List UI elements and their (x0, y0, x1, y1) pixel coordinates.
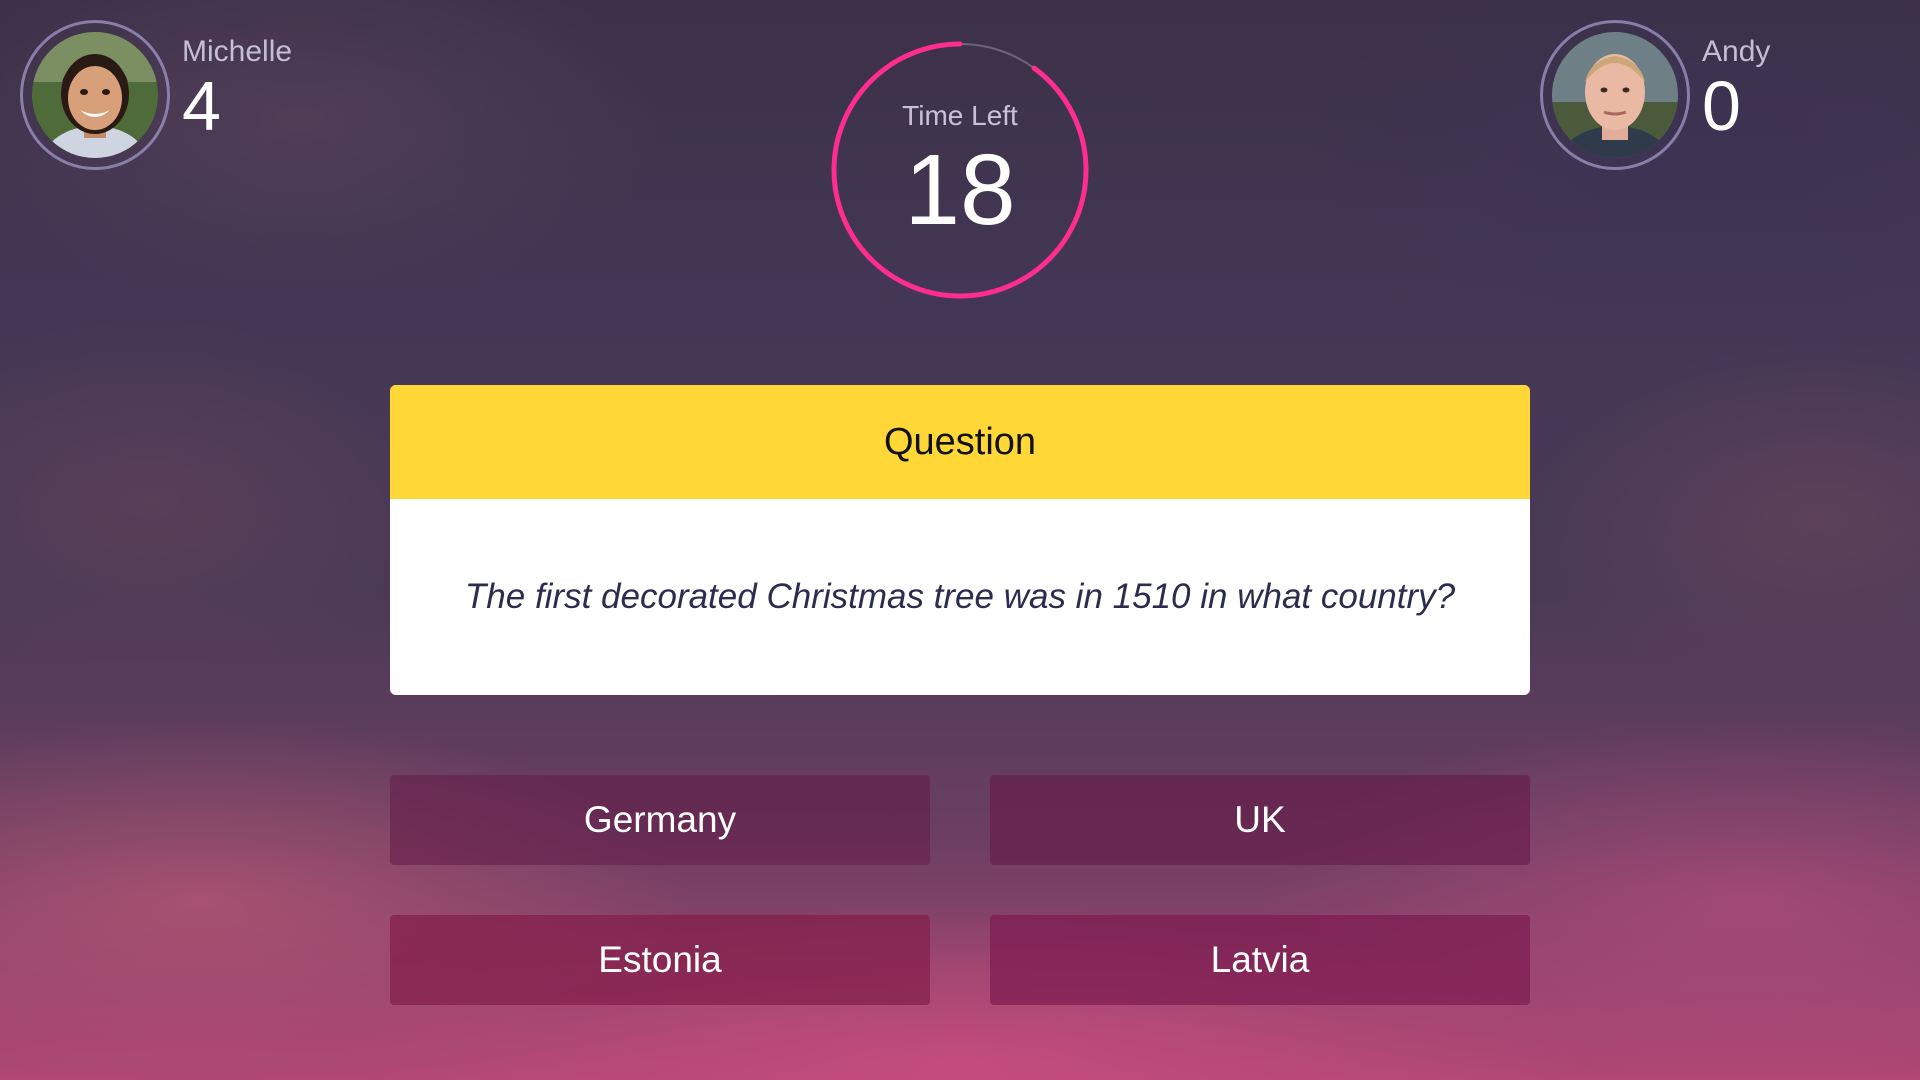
player-andy: Andy 0 (1540, 20, 1770, 170)
avatar-andy (1552, 32, 1678, 158)
timer-label: Time Left (902, 100, 1018, 131)
answer-button-germany[interactable]: Germany (390, 775, 930, 865)
countdown-timer: Time Left 18 (830, 40, 1090, 300)
timer-value: 18 (904, 134, 1016, 246)
avatar-michelle (32, 32, 158, 158)
answer-button-latvia[interactable]: Latvia (990, 915, 1530, 1005)
player-score: 4 (182, 67, 221, 145)
avatar-ring (1540, 20, 1690, 170)
player-name: Michelle (182, 35, 293, 68)
player-michelle: Michelle 4 (20, 20, 292, 170)
answer-button-estonia[interactable]: Estonia (390, 915, 930, 1005)
player-name: Andy (1702, 35, 1771, 68)
question-card: Question The first decorated Christmas t… (390, 385, 1530, 695)
answer-button-uk[interactable]: UK (990, 775, 1530, 865)
question-header: Question (390, 385, 1530, 499)
player-score: 0 (1702, 67, 1741, 145)
avatar-ring (20, 20, 170, 170)
question-text: The first decorated Christmas tree was i… (464, 577, 1456, 616)
